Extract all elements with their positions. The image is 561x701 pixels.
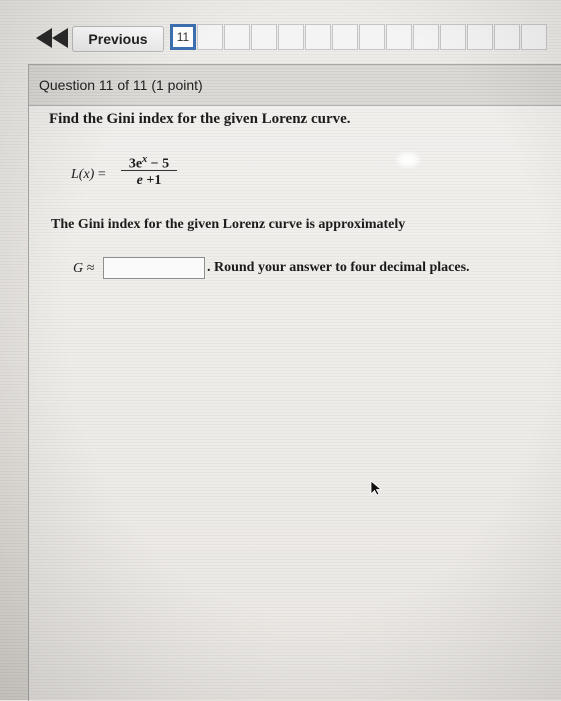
question-number-box[interactable] — [332, 24, 358, 50]
formula-function: L(x) — [71, 167, 95, 182]
question-navigation-bar: Previous 11 — [0, 16, 561, 60]
question-header: Question 11 of 11 (1 point) — [29, 65, 561, 106]
question-info: Question 11 of 11 (1 point) — [39, 77, 203, 93]
gini-label: G ≈ — [73, 261, 95, 276]
question-number-box[interactable] — [359, 24, 385, 50]
gini-answer-input[interactable] — [103, 257, 205, 279]
formula-lhs: L(x) = — [71, 167, 106, 183]
rounding-instruction: . Round your answer to four decimal plac… — [207, 260, 470, 275]
formula-numerator: 3ex − 5 — [121, 151, 177, 172]
question-number-box[interactable] — [197, 24, 223, 50]
question-number-box[interactable] — [521, 24, 547, 50]
question-number-box[interactable] — [278, 24, 304, 50]
question-number-box[interactable] — [440, 24, 466, 50]
formula-equals: = — [97, 167, 106, 182]
question-number-box[interactable] — [386, 24, 412, 50]
question-number-current[interactable]: 11 — [170, 24, 196, 50]
numerator-coeff: 3e — [128, 156, 143, 172]
question-panel: Question 11 of 11 (1 point) Find the Gin… — [28, 64, 561, 701]
numerator-tail: − 5 — [147, 156, 170, 172]
formula-denominator: e +1 — [121, 172, 177, 190]
question-prompt: Find the Gini index for the given Lorenz… — [49, 111, 351, 127]
previous-button[interactable]: Previous — [72, 26, 164, 52]
question-number-box[interactable] — [224, 24, 250, 50]
formula-fraction: 3ex − 5 e +1 — [121, 151, 177, 190]
denominator-tail: +1 — [142, 173, 162, 188]
question-number-box[interactable] — [305, 24, 331, 50]
question-number-box[interactable] — [251, 24, 277, 50]
question-number-box[interactable] — [467, 24, 493, 50]
answer-statement: The Gini index for the given Lorenz curv… — [51, 217, 406, 232]
double-left-arrow-icon[interactable] — [32, 26, 72, 50]
mouse-pointer-icon — [370, 480, 383, 496]
question-number-strip: 11 — [170, 24, 548, 54]
question-number-box[interactable] — [494, 24, 520, 50]
question-number-box[interactable] — [413, 24, 439, 50]
